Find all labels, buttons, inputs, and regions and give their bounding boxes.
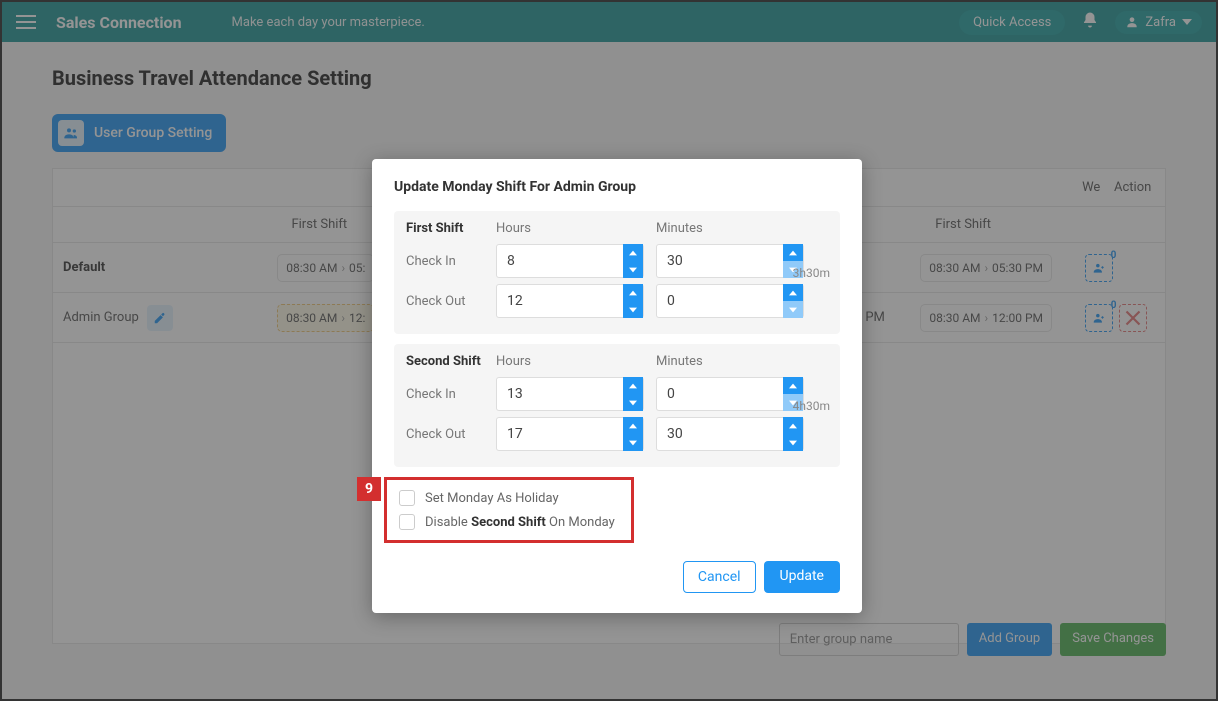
spin-down-icon xyxy=(783,434,803,451)
update-shift-modal: Update Monday Shift For Admin Group Firs… xyxy=(372,159,862,613)
disable-second-shift-checkbox[interactable] xyxy=(399,514,415,530)
s1-checkout-hours-input[interactable]: 12 xyxy=(496,284,644,318)
cancel-button[interactable]: Cancel xyxy=(683,561,756,593)
spin-up-icon xyxy=(623,377,643,394)
spin-down-icon xyxy=(623,261,643,278)
s2-checkin-minutes-input[interactable]: 0 xyxy=(656,377,804,411)
spin-up-icon xyxy=(623,417,643,434)
s1-checkout-minutes-input[interactable]: 0 xyxy=(656,284,804,318)
update-button[interactable]: Update xyxy=(764,561,840,593)
holiday-checkbox[interactable] xyxy=(399,490,415,506)
first-shift-block: First Shift Hours Minutes Check In 8 30 … xyxy=(394,211,840,334)
step-badge: 9 xyxy=(357,477,381,501)
check-in-label: Check In xyxy=(406,387,496,402)
spin-down-icon xyxy=(623,301,643,318)
holiday-label: Set Monday As Holiday xyxy=(425,491,559,506)
spin-up-icon xyxy=(623,244,643,261)
s1-checkin-minutes-input[interactable]: 30 xyxy=(656,244,804,278)
second-shift-label: Second Shift xyxy=(406,354,496,369)
spin-up-icon xyxy=(783,417,803,434)
second-shift-duration: 4h30m xyxy=(793,399,830,413)
s2-checkin-hours-input[interactable]: 13 xyxy=(496,377,644,411)
s2-checkout-hours-input[interactable]: 17 xyxy=(496,417,644,451)
hours-label: Hours xyxy=(496,354,656,369)
disable-second-shift-label: Disable Second Shift On Monday xyxy=(425,515,615,530)
check-in-label: Check In xyxy=(406,254,496,269)
checkbox-highlight-area: 9 Set Monday As Holiday Disable Second S… xyxy=(384,477,634,543)
modal-title: Update Monday Shift For Admin Group xyxy=(394,179,840,195)
spin-down-icon xyxy=(623,434,643,451)
spin-up-icon xyxy=(623,284,643,301)
spin-up-icon xyxy=(783,244,803,261)
spin-up-icon xyxy=(783,284,803,301)
spin-up-icon xyxy=(783,377,803,394)
minutes-label: Minutes xyxy=(656,354,816,369)
check-out-label: Check Out xyxy=(406,294,496,309)
second-shift-block: Second Shift Hours Minutes Check In 13 0… xyxy=(394,344,840,467)
hours-label: Hours xyxy=(496,221,656,236)
check-out-label: Check Out xyxy=(406,427,496,442)
s1-checkin-hours-input[interactable]: 8 xyxy=(496,244,644,278)
first-shift-label: First Shift xyxy=(406,221,496,236)
first-shift-duration: 3h30m xyxy=(793,266,830,280)
spin-down-icon xyxy=(783,301,803,318)
minutes-label: Minutes xyxy=(656,221,816,236)
s2-checkout-minutes-input[interactable]: 30 xyxy=(656,417,804,451)
spin-down-icon xyxy=(623,394,643,411)
